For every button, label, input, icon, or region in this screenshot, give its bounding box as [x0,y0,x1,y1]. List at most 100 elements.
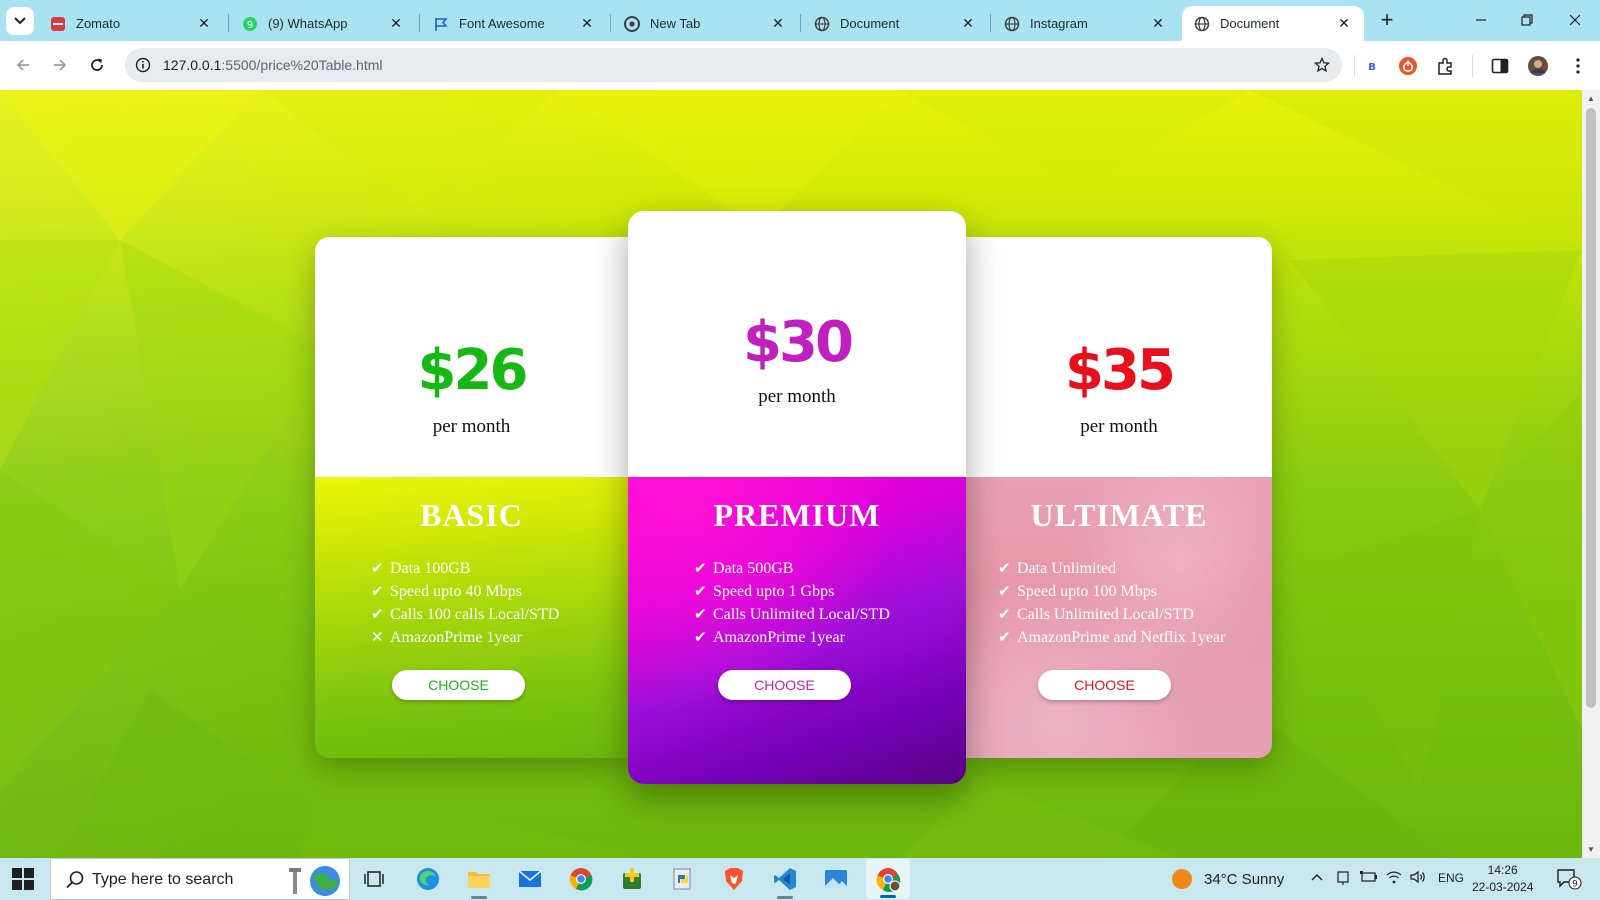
chrome-active-icon[interactable] [866,859,910,899]
extension-b-icon[interactable]: B [1360,54,1384,78]
feature-text: Calls Unlimited Local/STD [1017,606,1194,623]
feature-item: ✔ Speed upto 1 Gbps [694,580,890,603]
brave-icon[interactable] [720,865,748,893]
notification-button[interactable]: 9 [1556,868,1582,893]
tab-search-button[interactable] [6,7,34,35]
kebab-menu-icon [1576,58,1580,74]
tab-divider [800,14,801,32]
chrome-taskbar-icon[interactable] [567,865,595,893]
reload-button[interactable] [83,51,111,79]
edge-icon[interactable] [414,865,442,893]
choose-premium-button[interactable]: CHOOSE [718,670,851,700]
close-icon[interactable]: ✕ [579,15,595,32]
feature-text: Calls 100 calls Local/STD [390,606,560,623]
minimize-button[interactable] [1458,0,1504,40]
tab-new-tab[interactable]: New Tab ✕ [612,6,798,41]
close-window-button[interactable] [1552,0,1598,40]
feature-item: ✔ Speed upto 40 Mbps [371,580,559,603]
app-plus-icon[interactable] [618,865,646,893]
browser-menu-button[interactable] [1566,54,1590,78]
tab-font-awesome[interactable]: Font Awesome ✕ [421,6,607,41]
check-icon: ✔ [371,582,384,600]
volume-icon[interactable] [1410,870,1426,887]
python-icon[interactable] [669,865,697,893]
chevron-down-icon [14,17,26,25]
page-scrollbar[interactable]: ▲ ▼ [1582,90,1600,858]
check-icon: ✔ [998,582,1011,600]
windows-taskbar: Type here to search 34°C Sunny ENG 14:26… [0,858,1600,900]
plan-name: BASIC [420,497,523,533]
price: $26 [417,338,529,403]
photos-icon[interactable] [822,865,850,893]
close-icon[interactable]: ✕ [960,15,976,32]
close-icon[interactable]: ✕ [388,15,404,32]
url-text[interactable]: 127.0.0.1:5500/price%20Table.html [163,57,383,73]
extension-power-icon[interactable] [1396,54,1420,78]
tab-divider [228,14,229,32]
url-path: :5500/price%20Table.html [221,57,383,73]
extensions-puzzle-icon[interactable] [1434,54,1458,78]
check-icon: ✔ [371,559,384,577]
site-info-icon[interactable] [133,55,153,75]
new-tab-button[interactable]: + [1374,8,1400,34]
side-panel-icon[interactable] [1488,54,1512,78]
feature-text: Data Unlimited [1017,560,1117,577]
wifi-icon[interactable] [1386,870,1402,887]
check-icon: ✔ [998,559,1011,577]
forward-button[interactable] [46,51,74,79]
scrollbar-thumb[interactable] [1586,108,1596,708]
close-icon[interactable]: ✕ [196,15,212,32]
globe-icon [1004,16,1020,32]
meet-icon[interactable] [1336,870,1350,889]
tab-divider [990,14,991,32]
pricing-card-ultimate: $35 per month ULTIMATE ✔ Data Unlimited ✔… [966,237,1272,758]
choose-ultimate-button[interactable]: CHOOSE [1038,670,1171,700]
restore-button[interactable] [1504,0,1550,40]
scroll-down-icon[interactable]: ▼ [1587,845,1595,854]
tab-document[interactable]: Document ✕ [802,6,988,41]
search-placeholder: Type here to search [92,871,234,888]
url-host: 127.0.0.1 [163,57,222,73]
back-arrow-icon [16,59,29,71]
profile-avatar[interactable] [1526,54,1550,78]
feature-list: ✔ Data Unlimited ✔ Speed upto 100 Mbps ✔ Ca… [998,557,1225,649]
language-indicator[interactable]: ENG [1438,871,1464,885]
tab-instagram[interactable]: Instagram ✕ [992,6,1178,41]
search-highlight-icon [289,866,340,896]
vscode-icon[interactable] [771,865,799,899]
task-view-icon[interactable] [360,865,388,893]
tab-document-active[interactable]: Document ✕ [1182,6,1364,41]
close-icon[interactable]: ✕ [770,15,786,32]
price: $35 [1065,338,1176,403]
feature-text: Speed upto 1 Gbps [713,583,835,600]
globe-icon [1194,16,1210,32]
mail-icon[interactable] [516,865,544,893]
scroll-up-icon[interactable]: ▲ [1587,94,1595,103]
tab-zomato[interactable]: Zomato ✕ [38,6,224,41]
address-bar[interactable]: 127.0.0.1:5500/price%20Table.html [125,48,1342,82]
close-icon[interactable]: ✕ [1336,15,1352,32]
weather-widget[interactable]: 34°C Sunny [1172,869,1284,889]
tab-divider [419,14,420,32]
start-button[interactable] [12,868,34,890]
check-icon: ✔ [998,605,1011,623]
feature-item: ✕ AmazonPrime 1year [371,626,559,649]
tab-whatsapp[interactable]: 9 (9) WhatsApp ✕ [230,6,416,41]
taskbar-search[interactable]: Type here to search [50,858,350,900]
system-clock[interactable]: 14:26 22-03-2024 [1472,862,1533,896]
file-explorer-icon[interactable] [465,865,493,899]
tab-title: Zomato [76,16,121,31]
feature-text: AmazonPrime and Netflix 1year [1017,629,1226,646]
close-icon[interactable]: ✕ [1150,15,1166,32]
back-button[interactable] [9,51,37,79]
battery-icon[interactable] [1360,870,1378,887]
feature-item: ✔ Speed upto 100 Mbps [998,580,1225,603]
chevron-up-icon[interactable] [1310,870,1324,887]
choose-basic-button[interactable]: CHOOSE [392,670,525,700]
toolbar-divider [1354,55,1355,77]
feature-text: Speed upto 100 Mbps [1017,583,1157,600]
bookmark-star-icon[interactable] [1312,55,1332,75]
restore-icon [1521,14,1533,26]
feature-text: Data 100GB [390,560,471,577]
card-header: $26 per month [315,237,628,477]
